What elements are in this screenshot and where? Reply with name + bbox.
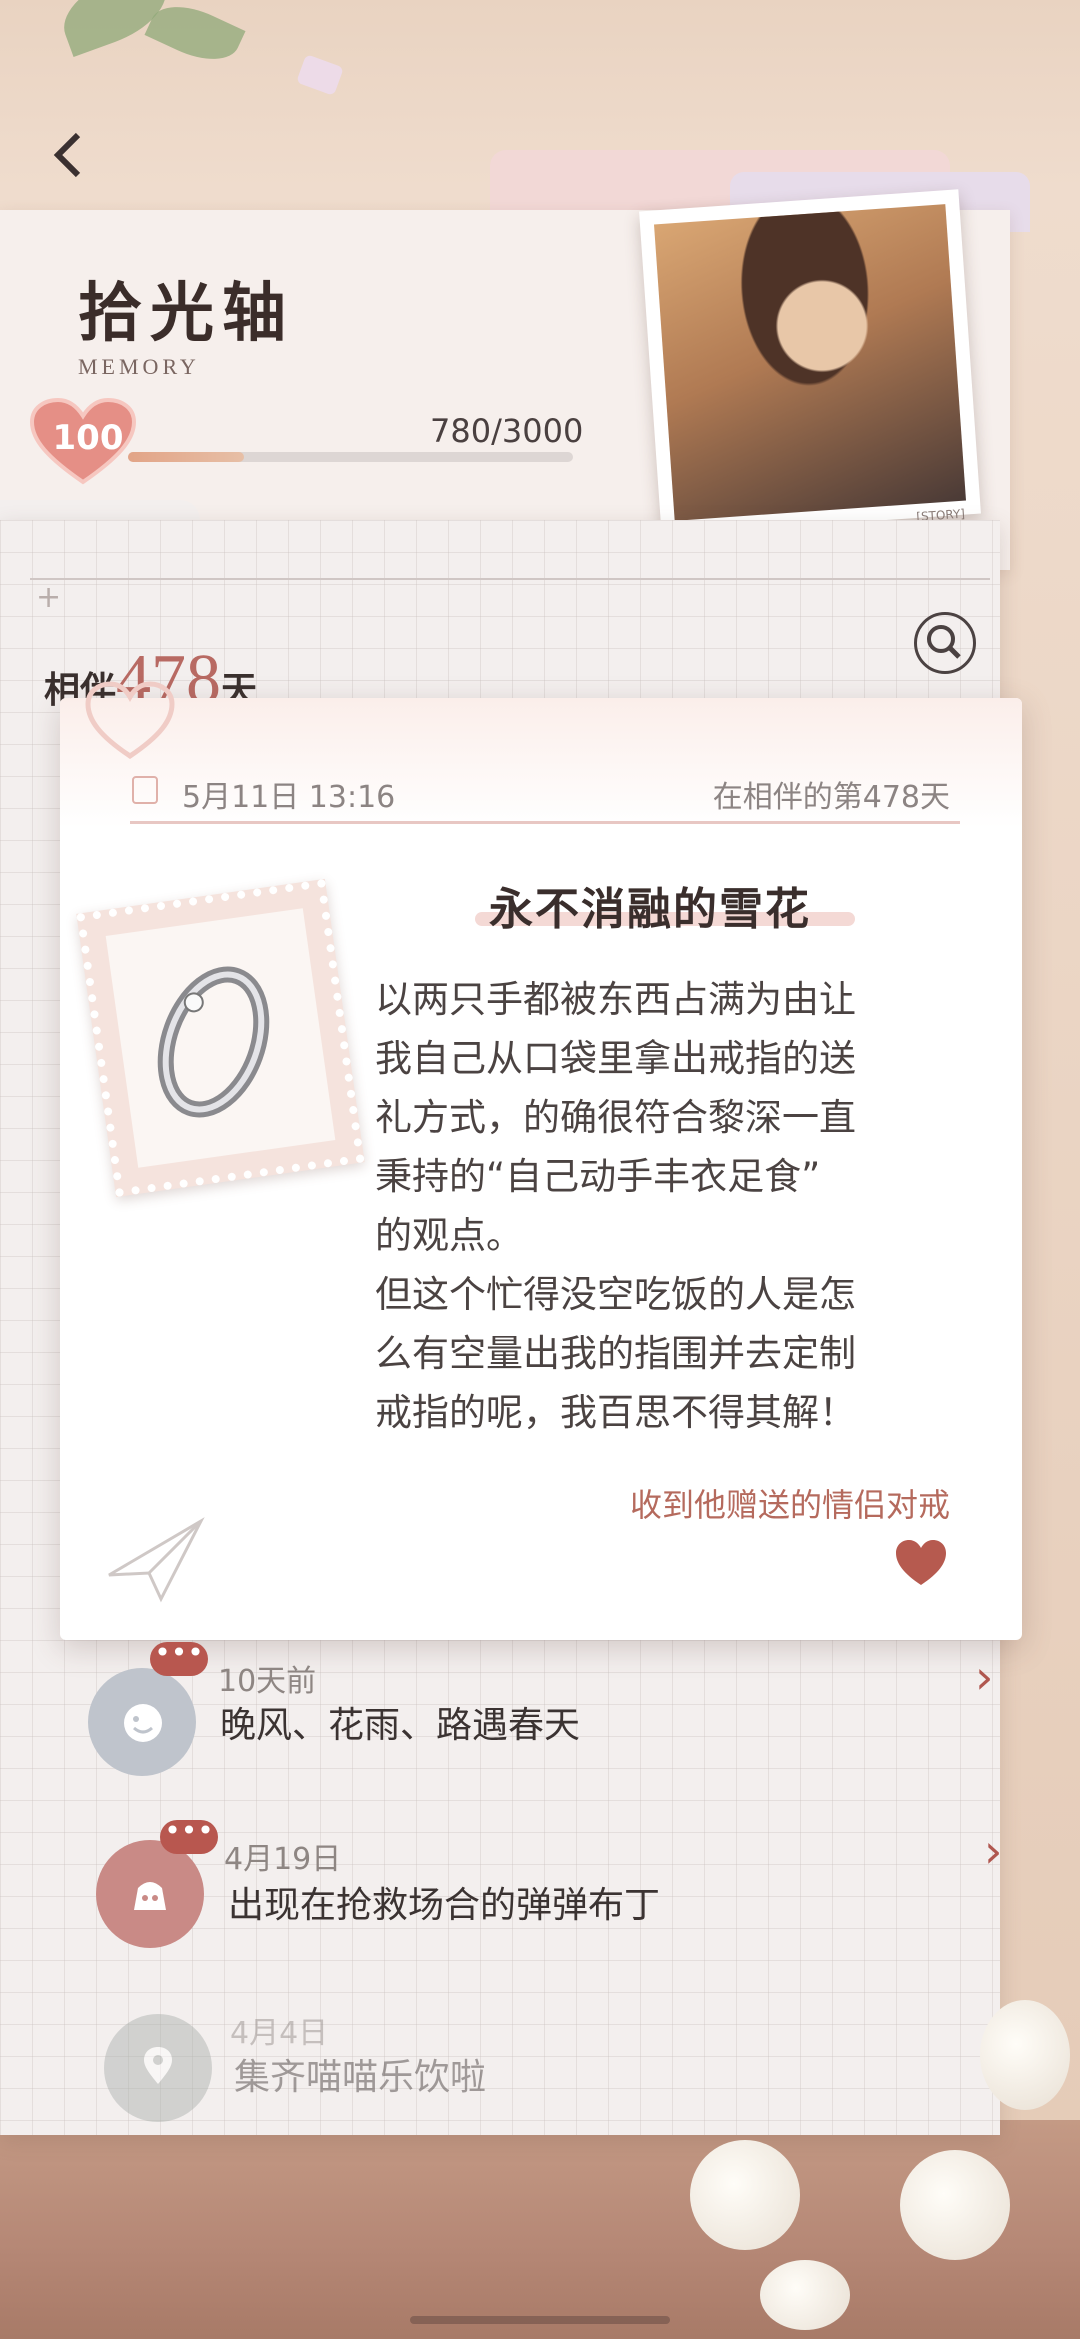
list-date: 4月19日 [224, 1842, 342, 1877]
popup-date: 5月11日 13:16 [182, 780, 396, 815]
list-title: 集齐喵喵乐饮啦 [234, 2057, 487, 2098]
message-bubble-icon: ••• [160, 1817, 218, 1854]
character-photo[interactable]: [STORY] [639, 189, 981, 536]
calendar-icon [132, 776, 158, 804]
portrait-image [653, 204, 967, 521]
search-button[interactable] [914, 612, 976, 674]
popup-body-text: 以两只手都被东西占满为由让 我自己从口袋里拿出戒指的送 礼方式，的确很符合黎深一… [375, 978, 856, 1434]
pudding-icon [134, 1882, 166, 1910]
list-title: 出现在抢救场合的弹弹布丁 [228, 1885, 661, 1926]
page-title: 拾光轴 MEMORY [78, 262, 294, 380]
progress-fill [128, 452, 244, 462]
divider [30, 578, 990, 580]
list-item[interactable]: ••• 10天前 晚风、花雨、路遇春天 › [0, 1639, 1000, 1810]
list-date: 10天前 [218, 1664, 317, 1699]
chevron-left-icon [53, 132, 81, 178]
ring-image [105, 908, 336, 1168]
popup-footer-text: 收到他赠送的情侣对戒 [629, 1486, 950, 1524]
heart-outline-icon [85, 681, 175, 760]
flower-decoration [760, 2260, 850, 2330]
progress-text: 780/3000 [430, 412, 584, 450]
heart-icon[interactable] [893, 1535, 949, 1591]
page-title-sub: MEMORY [78, 354, 200, 379]
list-title: 晚风、花雨、路遇春天 [220, 1705, 581, 1746]
paper-plane-icon [108, 1517, 205, 1603]
petal-decoration [296, 54, 344, 96]
home-indicator [410, 2316, 670, 2324]
flower-decoration [980, 2000, 1070, 2110]
plus-decoration: + [36, 580, 62, 615]
location-pin-icon [144, 2047, 172, 2084]
level-value: 100 [52, 418, 124, 458]
leaf-decoration [144, 0, 246, 73]
chevron-right-icon: › [984, 1824, 1003, 1878]
smile-face-icon [124, 1704, 162, 1742]
popup-title: 永不消融的雪花 [489, 884, 811, 935]
ring-stamp-image [76, 878, 365, 1198]
flower-decoration [900, 2150, 1010, 2260]
popup-divider [130, 821, 960, 824]
popup-day-count: 在相伴的第478天 [712, 780, 950, 815]
list-item[interactable]: 4月4日 集齐喵喵乐饮啦 › [0, 2000, 1006, 2170]
message-bubble-icon: ••• [150, 1639, 208, 1676]
list-item[interactable]: ••• 4月19日 出现在抢救场合的弹弹布丁 › [0, 1817, 1003, 1990]
back-button[interactable] [42, 125, 102, 185]
list-date: 4月4日 [230, 2016, 329, 2051]
chevron-right-icon: › [975, 1650, 994, 1704]
flower-decoration [690, 2140, 800, 2250]
search-icon [927, 625, 961, 659]
page-title-text: 拾光轴 [78, 276, 294, 351]
